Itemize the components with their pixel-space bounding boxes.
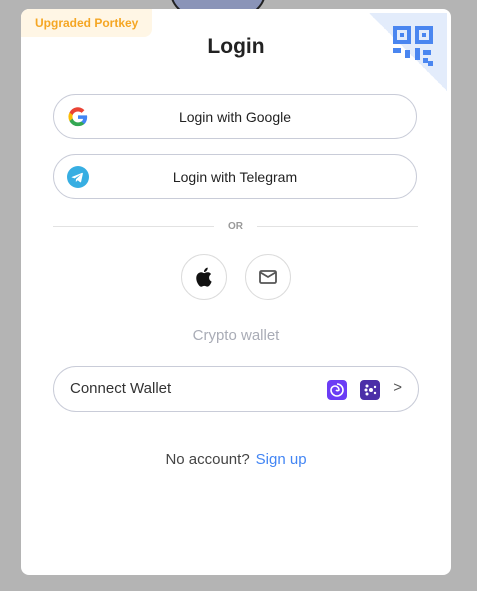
connect-wallet-button[interactable]: Connect Wallet > bbox=[53, 366, 419, 412]
apple-icon bbox=[196, 267, 212, 287]
login-google-button[interactable]: Login with Google bbox=[53, 94, 417, 139]
or-label: OR bbox=[228, 221, 243, 232]
signup-row: No account? Sign up bbox=[21, 451, 451, 468]
no-account-text: No account? bbox=[165, 451, 250, 468]
or-divider: OR bbox=[53, 221, 418, 232]
chevron-right-icon: > bbox=[393, 379, 402, 396]
apple-login-button[interactable] bbox=[181, 254, 227, 300]
night-elf-wallet-icon bbox=[360, 380, 380, 400]
page-title: Login bbox=[207, 35, 265, 58]
upgraded-badge: Upgraded Portkey bbox=[21, 9, 153, 37]
login-dialog: Upgraded Portkey Login Login with Google… bbox=[21, 9, 451, 575]
crypto-wallet-label: Crypto wallet bbox=[192, 327, 280, 344]
email-icon bbox=[259, 270, 277, 284]
telegram-icon bbox=[67, 166, 89, 188]
email-login-button[interactable] bbox=[245, 254, 291, 300]
google-label: Login with Google bbox=[178, 108, 292, 125]
connect-wallet-label: Connect Wallet bbox=[70, 380, 172, 397]
portkey-wallet-icon bbox=[327, 380, 347, 400]
google-icon bbox=[68, 107, 88, 127]
sign-up-link[interactable]: Sign up bbox=[256, 451, 307, 468]
telegram-label: Login with Telegram bbox=[172, 168, 298, 185]
login-telegram-button[interactable]: Login with Telegram bbox=[53, 154, 417, 199]
